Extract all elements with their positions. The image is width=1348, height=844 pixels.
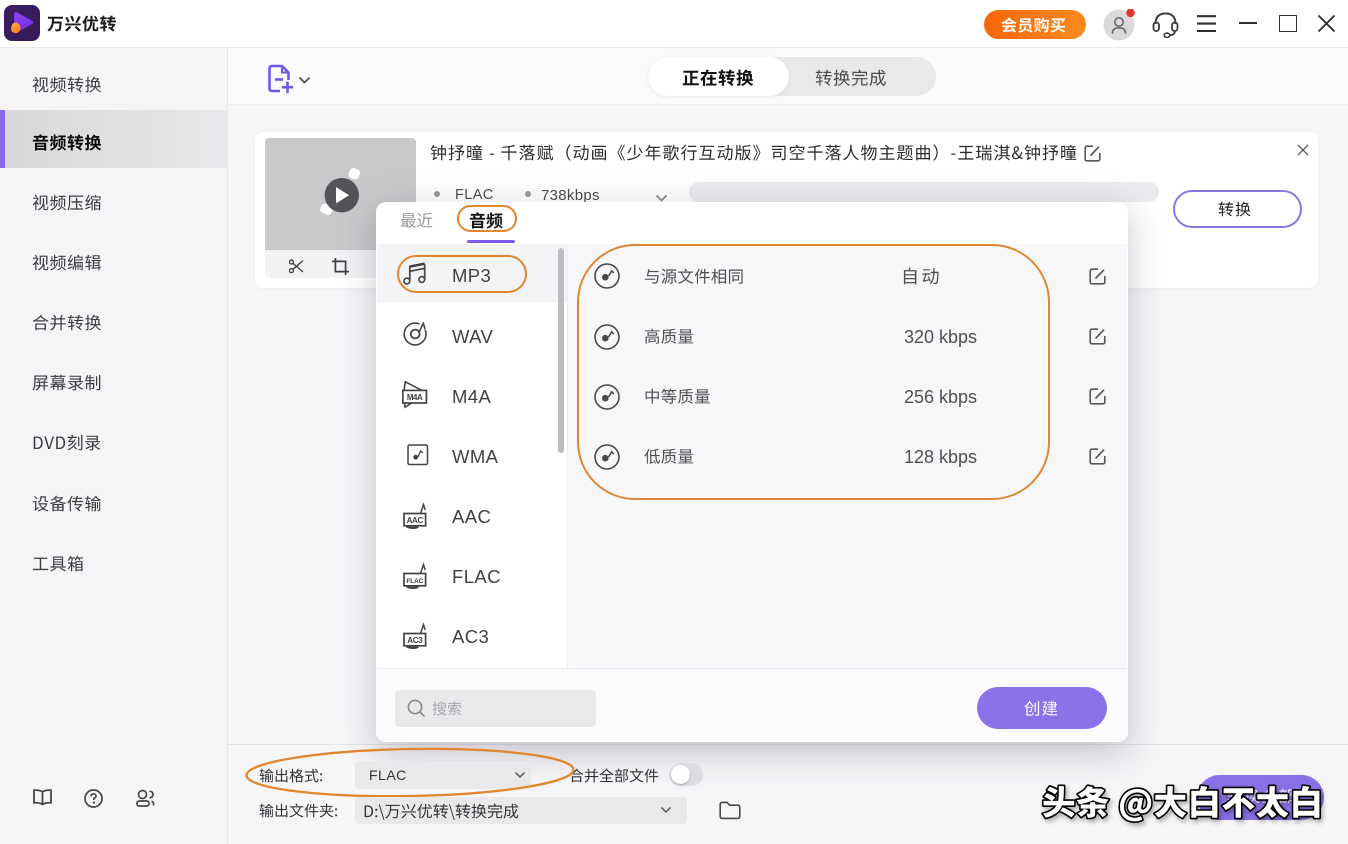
svg-text:AC3: AC3	[407, 636, 423, 645]
svg-text:M4A: M4A	[407, 393, 423, 402]
svg-text:AAC: AAC	[407, 516, 424, 525]
svg-text:FLAC: FLAC	[406, 578, 423, 585]
